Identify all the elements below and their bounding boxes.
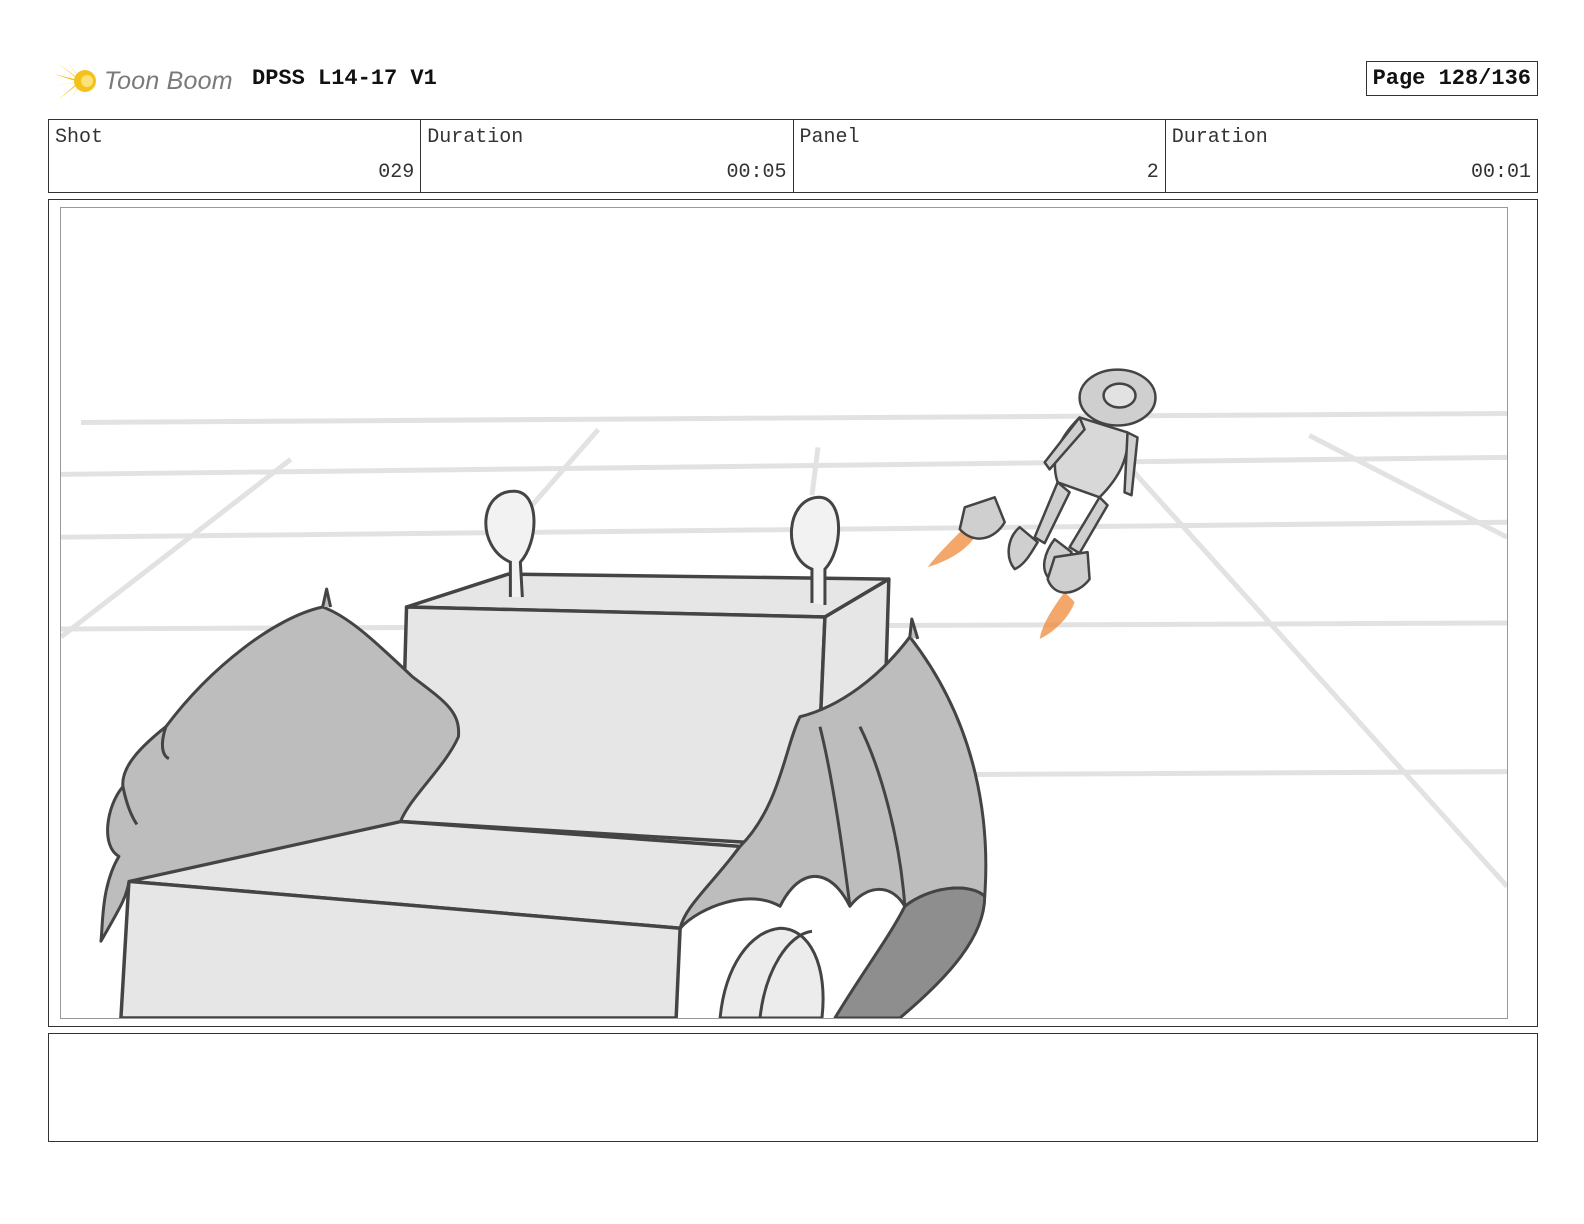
storyboard-panel-image — [60, 207, 1508, 1019]
panel-value: 2 — [1146, 161, 1159, 184]
toon-boom-burst-icon — [54, 60, 96, 104]
vehicle-wheel — [718, 926, 825, 1018]
logo-text: Toon Boom — [104, 66, 233, 95]
page-indicator: Page 128/136 — [1365, 61, 1538, 96]
panel-label: Panel — [799, 126, 860, 149]
panel-duration-value: 00:01 — [1470, 161, 1531, 184]
panel-notes-box[interactable] — [48, 1033, 1538, 1142]
toon-boom-logo: Toon Boom — [52, 56, 252, 106]
shot-duration-value: 00:05 — [726, 161, 787, 184]
shot-label: Shot — [55, 126, 104, 149]
shot-value: 029 — [378, 161, 415, 184]
shot-duration-label: Duration — [427, 126, 524, 149]
shot-duration-cell: Duration 00:05 — [421, 120, 794, 192]
shot-cell: Shot 029 — [49, 120, 422, 192]
project-title: DPSS L14-17 V1 — [252, 66, 437, 91]
flying-character — [927, 368, 1157, 639]
storyboard-panel-frame — [48, 199, 1538, 1027]
panel-duration-cell: Duration 00:01 — [1166, 120, 1537, 192]
panel-cell: Panel 2 — [794, 120, 1166, 192]
page-header: Toon Boom DPSS L14-17 V1 Page 128/136 — [48, 56, 1538, 106]
shot-info-table: Shot 029 Duration 00:05 Panel 2 Duration… — [48, 119, 1538, 193]
panel-duration-label: Duration — [1171, 126, 1268, 149]
panel-sketch — [61, 368, 1507, 1018]
